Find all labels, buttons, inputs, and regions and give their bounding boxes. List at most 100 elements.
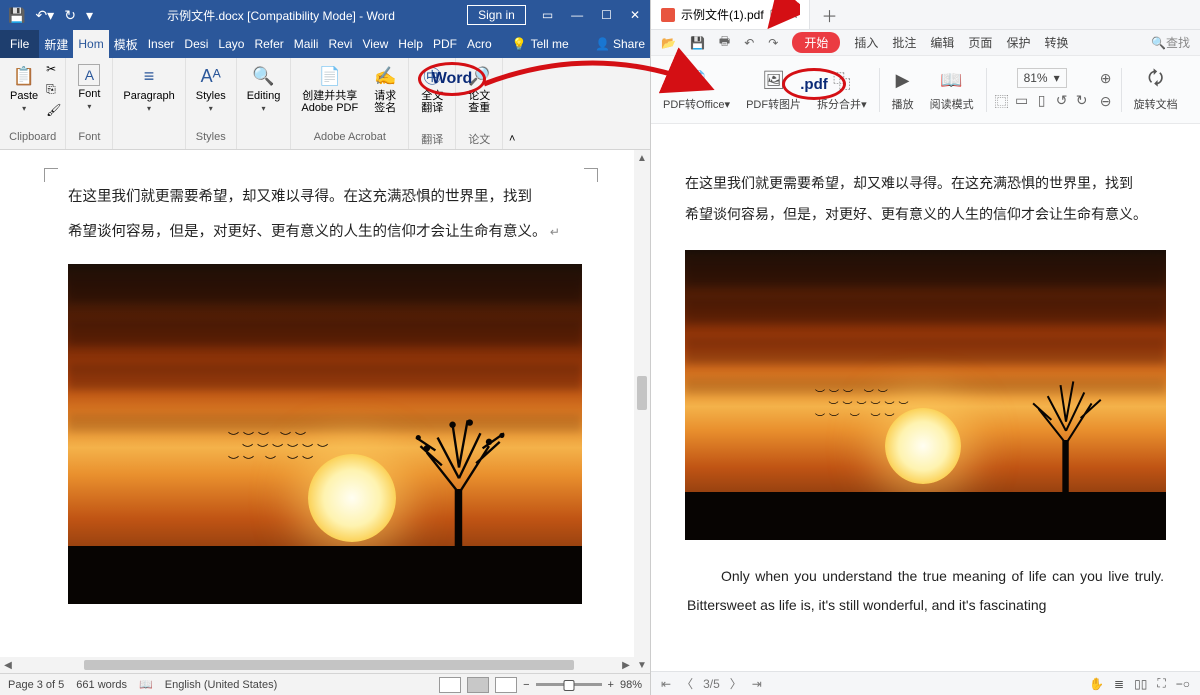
qat-more-icon[interactable]: ▾ <box>86 7 93 24</box>
zoom-slider[interactable] <box>536 683 602 686</box>
scroll-thumb[interactable] <box>637 376 647 410</box>
page-indicator[interactable]: Page 3 of 5 <box>8 679 64 691</box>
scroll-track[interactable] <box>634 166 650 657</box>
copy-icon[interactable]: ⎘ <box>46 82 61 97</box>
tab-protect[interactable]: 保护 <box>1006 34 1030 51</box>
editing-button[interactable]: 🔍Editing▾ <box>241 60 287 117</box>
scroll-track-h[interactable] <box>16 657 618 673</box>
scroll-down-icon[interactable]: ▼ <box>637 657 647 673</box>
create-share-pdf-button[interactable]: 📄创建并共享Adobe PDF <box>295 60 364 118</box>
zoom-out-icon[interactable]: −○ <box>1176 677 1190 691</box>
play-button[interactable]: ▶播放 <box>886 64 920 116</box>
tab-help[interactable]: Help <box>393 30 428 58</box>
close-icon[interactable]: ✕ <box>630 8 640 22</box>
redo-icon[interactable]: ↻ <box>64 7 76 24</box>
fit-page-icon[interactable]: ▭ <box>1013 92 1031 112</box>
new-tab-button[interactable]: ＋ <box>810 3 850 27</box>
zoom-in-icon[interactable]: ⊕ <box>1097 70 1115 87</box>
rotate-right-icon[interactable]: ↻ <box>1073 92 1091 112</box>
tab-review[interactable]: Revi <box>323 30 357 58</box>
tab-file[interactable]: File <box>0 30 39 58</box>
read-mode-button[interactable] <box>439 677 461 693</box>
tab-mailings[interactable]: Maili <box>289 30 324 58</box>
zoom-input[interactable]: 81%▾ <box>1017 68 1067 88</box>
tab-page[interactable]: 页面 <box>968 34 992 51</box>
tab-insert[interactable]: Inser <box>143 30 180 58</box>
font-button[interactable]: AFont▾ <box>70 60 108 115</box>
request-sign-button[interactable]: ✍请求签名 <box>366 60 404 118</box>
window-title: 示例文件.docx [Compatibility Mode] - Word <box>101 7 461 24</box>
tree <box>404 414 514 564</box>
divider <box>879 68 880 112</box>
undo-icon[interactable]: ↶ <box>744 36 754 50</box>
tab-design[interactable]: Desi <box>179 30 213 58</box>
scroll-right-icon[interactable]: ▶ <box>618 660 634 671</box>
tab-edit[interactable]: 编辑 <box>930 34 954 51</box>
tab-template[interactable]: 模板 <box>109 30 143 58</box>
spell-icon[interactable]: 📖 <box>139 678 153 691</box>
language[interactable]: English (United States) <box>165 679 278 691</box>
zoom-out-icon[interactable]: ⊖ <box>1097 93 1115 110</box>
vertical-scrollbar[interactable]: ▲ ▼ <box>634 150 650 673</box>
tab-start[interactable]: 开始 <box>792 32 840 53</box>
web-layout-button[interactable] <box>495 677 517 693</box>
tab-convert[interactable]: 转换 <box>1044 34 1068 51</box>
word-titlebar: 💾 ↶▾ ↻ ▾ 示例文件.docx [Compatibility Mode] … <box>0 0 650 30</box>
tab-new[interactable]: 新建 <box>39 30 73 58</box>
sign-icon: ✍ <box>373 64 397 88</box>
tab-home[interactable]: Hom <box>73 30 108 58</box>
hand-tool-icon[interactable]: ✋ <box>1089 677 1104 691</box>
find-button[interactable]: 🔍查找 <box>1151 34 1190 51</box>
zoom-out-icon[interactable]: − <box>523 679 529 691</box>
tab-pdf[interactable]: PDF <box>428 30 462 58</box>
word-statusbar: Page 3 of 5 661 words 📖 English (United … <box>0 673 650 695</box>
window-controls: ▭ — ☐ ✕ <box>532 8 650 22</box>
prev-page-icon[interactable]: 〈 <box>681 675 693 692</box>
read-mode-button[interactable]: 📖阅读模式 <box>924 64 980 116</box>
zoom-value[interactable]: 98% <box>620 679 642 691</box>
styles-label: Styles <box>196 90 226 102</box>
two-page-icon[interactable]: ▯▯ <box>1134 677 1147 691</box>
single-page-icon[interactable]: ▯ <box>1033 92 1051 112</box>
page-corner-tr <box>584 168 598 182</box>
signin-button[interactable]: Sign in <box>467 5 526 25</box>
t3-label: 拆分合并 <box>817 99 861 111</box>
next-page-icon[interactable]: 〉 <box>730 675 742 692</box>
paste-button[interactable]: 📋Paste▾ <box>4 60 44 117</box>
redo-icon[interactable]: ↷ <box>768 36 778 50</box>
tab-view[interactable]: View <box>357 30 393 58</box>
scroll-up-icon[interactable]: ▲ <box>637 150 647 166</box>
scroll-thumb-h[interactable] <box>84 660 574 670</box>
rotate-left-icon[interactable]: ↺ <box>1053 92 1071 112</box>
word-document-area[interactable]: 在这里我们就更需要希望，却又难以寻得。在这充满恐惧的世界里，找到 希望谈何容易，… <box>0 150 650 673</box>
minimize-icon[interactable]: — <box>571 8 583 22</box>
undo-icon[interactable]: ↶▾ <box>35 7 54 24</box>
cut-icon[interactable]: ✂ <box>46 62 61 76</box>
fullscreen-icon[interactable]: ⛶ <box>1157 676 1165 691</box>
first-page-icon[interactable]: ⇤ <box>661 677 671 691</box>
zoom-in-icon[interactable]: + <box>608 679 614 691</box>
group-font: AFont▾ Font <box>66 58 113 149</box>
pdf-document-area[interactable]: 在这里我们就更需要希望，却又难以寻得。在这充满恐惧的世界里，找到 希望谈何容易，… <box>651 124 1200 671</box>
pdf-eng-text: Only when you understand the true meanin… <box>687 568 1164 613</box>
fit-width-icon[interactable]: ⿴ <box>993 92 1011 112</box>
format-painter-icon[interactable]: 🖌 <box>46 103 61 117</box>
word-count[interactable]: 661 words <box>76 679 127 691</box>
paragraph-button[interactable]: ≡Paragraph▾ <box>117 60 180 117</box>
tab-references[interactable]: Refer <box>249 30 288 58</box>
tab-insert[interactable]: 插入 <box>854 34 878 51</box>
tab-layout[interactable]: Layo <box>213 30 249 58</box>
last-page-icon[interactable]: ⇥ <box>752 677 762 691</box>
maximize-icon[interactable]: ☐ <box>601 8 612 22</box>
horizontal-scrollbar[interactable]: ◀ ▶ <box>0 657 634 673</box>
continuous-icon[interactable]: ≣ <box>1114 677 1124 691</box>
tab-comment[interactable]: 批注 <box>892 34 916 51</box>
rotate-doc-button[interactable]: 🗘旋转文档 <box>1128 64 1184 116</box>
ribbon-opts-icon[interactable]: ▭ <box>542 8 553 22</box>
page-indicator[interactable]: 3/5 <box>703 677 720 691</box>
styles-button[interactable]: AᴬStyles▾ <box>190 60 232 117</box>
scroll-left-icon[interactable]: ◀ <box>0 660 16 671</box>
print-layout-button[interactable] <box>467 677 489 693</box>
save-icon[interactable]: 💾 <box>8 7 25 24</box>
font-group-label: Font <box>70 131 108 147</box>
